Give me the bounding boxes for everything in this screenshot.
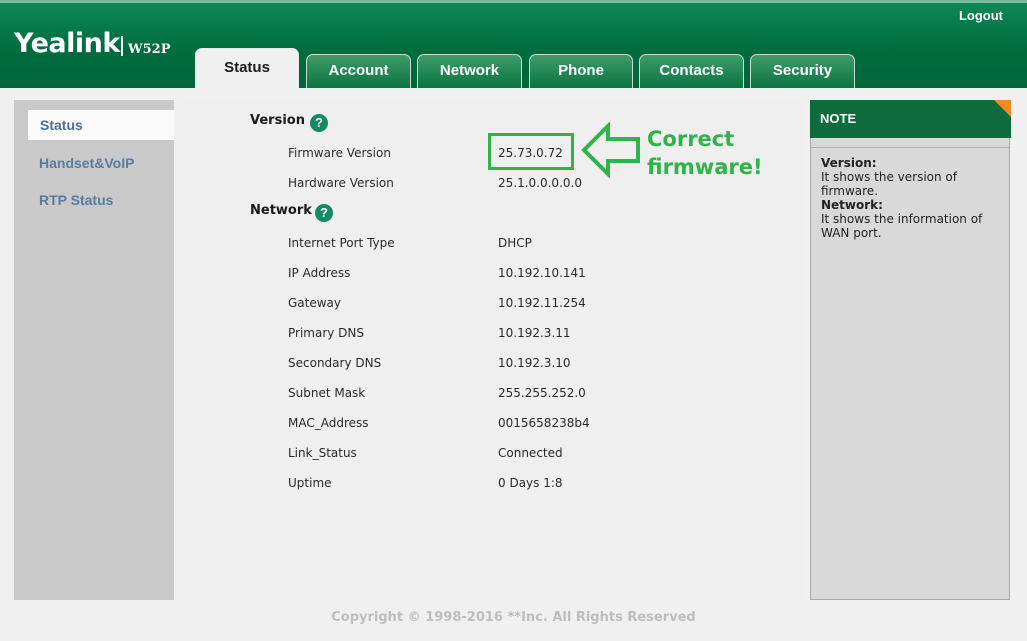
tab-status[interactable]: Status <box>195 48 299 88</box>
uptime-label: Uptime <box>288 476 332 490</box>
note-version: Version: It shows the version of firmwar… <box>821 156 1006 198</box>
tab-contacts[interactable]: Contacts <box>639 54 744 88</box>
annotation-text: Correct firmware! <box>647 125 763 181</box>
secondary-dns-value: 10.192.3.10 <box>498 356 571 370</box>
header-bar: Yealink W52P Logout Status Account Netwo… <box>0 0 1027 88</box>
note-title-text: NOTE <box>820 111 857 126</box>
mac-address-value: 0015658238b4 <box>498 416 590 430</box>
gateway-value: 10.192.11.254 <box>498 296 586 310</box>
note-version-text: It shows the version of firmware. <box>821 170 957 198</box>
header-top-line <box>0 0 1027 3</box>
note-panel: NOTE Version: It shows the version of fi… <box>810 100 1011 600</box>
note-network-text: It shows the information of WAN port. <box>821 212 983 240</box>
hardware-version-label: Hardware Version <box>288 176 394 190</box>
primary-dns-value: 10.192.3.11 <box>498 326 571 340</box>
left-arrow-icon <box>581 122 640 178</box>
ip-address-label: IP Address <box>288 266 351 280</box>
brand-logo: Yealink <box>14 28 120 59</box>
note-network: Network: It shows the information of WAN… <box>821 198 1006 240</box>
firmware-version-label: Firmware Version <box>288 146 391 160</box>
note-corner-mark <box>994 100 1011 117</box>
network-section-title: Network <box>250 203 312 218</box>
internet-port-type-value: DHCP <box>498 236 532 250</box>
ip-address-value: 10.192.10.141 <box>498 266 586 280</box>
internet-port-type-label: Internet Port Type <box>288 236 395 250</box>
logo-separator <box>121 36 123 56</box>
sidebar-item-rtp-status[interactable]: RTP Status <box>14 185 174 215</box>
secondary-dns-label: Secondary DNS <box>288 356 382 370</box>
uptime-value: 0 Days 1:8 <box>498 476 563 490</box>
annotation-line-1: Correct <box>647 127 735 151</box>
version-section-title: Version <box>250 113 305 128</box>
left-sidebar: Status Handset&VoIP RTP Status <box>14 100 174 600</box>
subnet-mask-label: Subnet Mask <box>288 386 366 400</box>
tab-account[interactable]: Account <box>306 54 411 88</box>
tab-network[interactable]: Network <box>417 54 522 88</box>
subnet-mask-value: 255.255.252.0 <box>498 386 586 400</box>
gateway-label: Gateway <box>288 296 342 310</box>
logout-link[interactable]: Logout <box>959 8 1003 23</box>
annotation-line-2: firmware! <box>647 155 763 179</box>
tab-phone[interactable]: Phone <box>529 54 633 88</box>
link-status-value: Connected <box>498 446 563 460</box>
note-divider <box>811 147 1009 148</box>
sidebar-item-status[interactable]: Status <box>28 110 174 140</box>
sidebar-item-handset-voip[interactable]: Handset&VoIP <box>14 148 174 178</box>
firmware-highlight-box <box>488 133 574 170</box>
version-help-icon[interactable]: ? <box>310 114 328 132</box>
copyright-footer: Copyright © 1998-2016 **Inc. All Rights … <box>331 610 696 625</box>
model-name: W52P <box>128 42 171 57</box>
tab-security[interactable]: Security <box>750 54 855 88</box>
network-help-icon[interactable]: ? <box>315 204 333 222</box>
mac-address-label: MAC_Address <box>288 416 369 430</box>
note-title: NOTE <box>810 100 1011 138</box>
note-version-heading: Version: <box>821 156 877 170</box>
hardware-version-value: 25.1.0.0.0.0.0 <box>498 176 582 190</box>
note-network-heading: Network: <box>821 198 883 212</box>
link-status-label: Link_Status <box>288 446 357 460</box>
primary-dns-label: Primary DNS <box>288 326 365 340</box>
